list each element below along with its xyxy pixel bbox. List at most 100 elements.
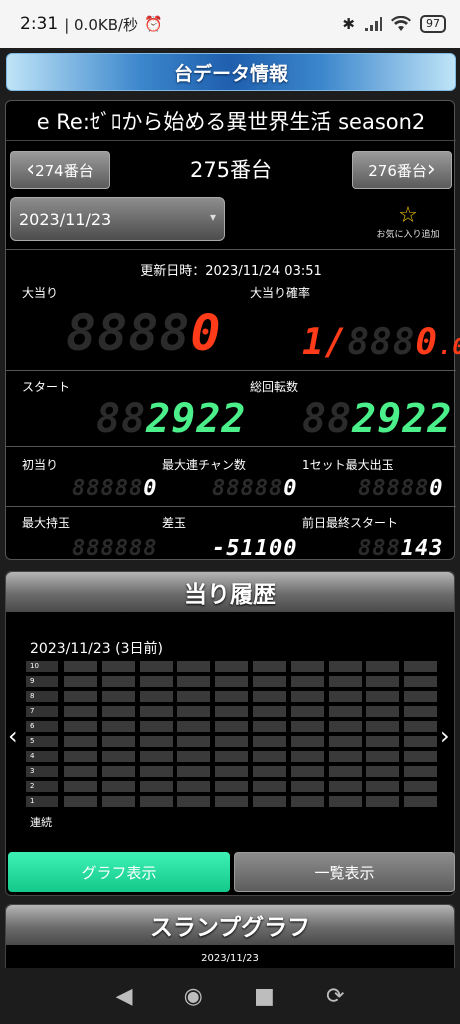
history-cell (139, 736, 173, 747)
history-cell (101, 676, 135, 687)
history-cell (101, 706, 135, 717)
favorite-button[interactable]: ☆ お気に入り追加 (368, 205, 448, 241)
history-row: 9 (26, 674, 442, 689)
history-cell (252, 721, 286, 732)
recents-icon[interactable]: ■ (254, 984, 275, 1009)
home-icon[interactable]: ◉ (184, 984, 203, 1009)
history-cell (215, 661, 249, 672)
history-cell (64, 766, 97, 777)
history-cell (101, 691, 135, 702)
history-cell (64, 751, 97, 762)
max-set-payout-value: 888880 (358, 476, 444, 501)
hit-history-title: 当り履歴 (6, 572, 454, 612)
history-cell (215, 781, 249, 792)
start-label: スタート (22, 380, 71, 394)
rotate-icon[interactable]: ⟳ (326, 984, 344, 1009)
chevron-down-icon: ▾ (209, 210, 216, 224)
history-row-number: 5 (26, 736, 58, 747)
history-cell (215, 766, 249, 777)
history-cell (177, 766, 211, 777)
history-cell (139, 706, 173, 717)
history-cell (177, 676, 211, 687)
history-row: 8 (26, 689, 442, 704)
history-row-number: 9 (26, 676, 58, 687)
history-cell (64, 691, 97, 702)
chevron-right-icon[interactable]: › (440, 722, 450, 750)
history-cell (101, 766, 135, 777)
history-cell (252, 691, 286, 702)
app-content: 台データ情報 e Re:ｾﾞﾛから始める異世界生活 season2 ‹ 274番… (0, 48, 460, 968)
first-hit-value: 888880 (72, 476, 158, 501)
history-cell (366, 751, 400, 762)
history-row: 2 (26, 779, 442, 794)
page-title: 台データ情報 (173, 62, 288, 85)
history-cell (328, 781, 362, 792)
history-cell (328, 766, 362, 777)
history-cell (290, 736, 324, 747)
history-cell (328, 706, 362, 717)
history-row-number: 7 (26, 706, 58, 717)
history-row: 5 (26, 734, 442, 749)
chain-label: 連続 (30, 816, 52, 829)
next-machine-button[interactable]: 276番台 › (352, 151, 452, 189)
history-cell (177, 736, 211, 747)
history-cell (64, 661, 97, 672)
page-title-bar: 台データ情報 (6, 53, 456, 91)
first-hit-label: 初当り (22, 458, 59, 472)
history-cell (101, 751, 135, 762)
history-cell (101, 661, 135, 672)
divider (6, 370, 456, 371)
history-cell (177, 796, 211, 807)
max-set-payout-label: 1セット最大出玉 (302, 458, 394, 472)
list-view-button[interactable]: 一覧表示 (234, 852, 455, 892)
history-cell (328, 691, 362, 702)
history-cell (139, 661, 173, 672)
history-cell (64, 796, 97, 807)
history-cell (252, 796, 286, 807)
history-cell (290, 766, 324, 777)
history-row-number: 1 (26, 796, 58, 807)
slump-graph-date: 2023/11/23 (201, 953, 259, 964)
history-cell (101, 796, 135, 807)
updated-time: 更新日時：2023/11/24 03:51 (140, 264, 322, 279)
probability-label: 大当り確率 (250, 286, 311, 300)
back-icon[interactable]: ◀ (116, 984, 133, 1009)
graph-view-button[interactable]: グラフ表示 (8, 852, 230, 892)
max-chain-label: 最大連チャン数 (162, 458, 246, 472)
slump-graph-title: スランプグラフ (6, 905, 454, 945)
history-row-number: 4 (26, 751, 58, 762)
history-row: 6 (26, 719, 442, 734)
history-cell (215, 736, 249, 747)
status-bar: 2:31 | 0.0KB/秒 ⏰ ✱ 97 (0, 0, 460, 48)
history-cell (101, 721, 135, 732)
history-row: 3 (26, 764, 442, 779)
history-cell (366, 721, 400, 732)
hit-history-grid: 10 9 8 7 6 5 4 3 2 1 (26, 659, 442, 809)
history-cell (139, 721, 173, 732)
history-row: 7 (26, 704, 442, 719)
history-cell (328, 676, 362, 687)
history-row-number: 2 (26, 781, 58, 792)
diff-label: 差玉 (162, 516, 187, 530)
history-cell (252, 706, 286, 717)
history-row: 4 (26, 749, 442, 764)
prev-machine-button[interactable]: ‹ 274番台 (10, 151, 110, 189)
history-cell (328, 796, 362, 807)
start-value: 882922 (96, 396, 247, 442)
prev-machine-label: 274番台 (35, 161, 94, 180)
prev-last-start-value: 888143 (358, 536, 444, 561)
chevron-left-icon[interactable]: ‹ (8, 722, 18, 750)
max-held-value: 888888 (72, 536, 158, 561)
history-cell (328, 736, 362, 747)
date-select[interactable]: 2023/11/23 ▾ (10, 197, 225, 241)
history-cell (139, 691, 173, 702)
history-cell (290, 751, 324, 762)
history-cell (366, 676, 400, 687)
date-select-value: 2023/11/23 (19, 209, 112, 229)
history-cell (290, 781, 324, 792)
history-cell (252, 781, 286, 792)
history-cell (215, 796, 249, 807)
history-cell (177, 706, 211, 717)
alarm-icon: ⏰ (144, 15, 163, 33)
history-cell (177, 781, 211, 792)
